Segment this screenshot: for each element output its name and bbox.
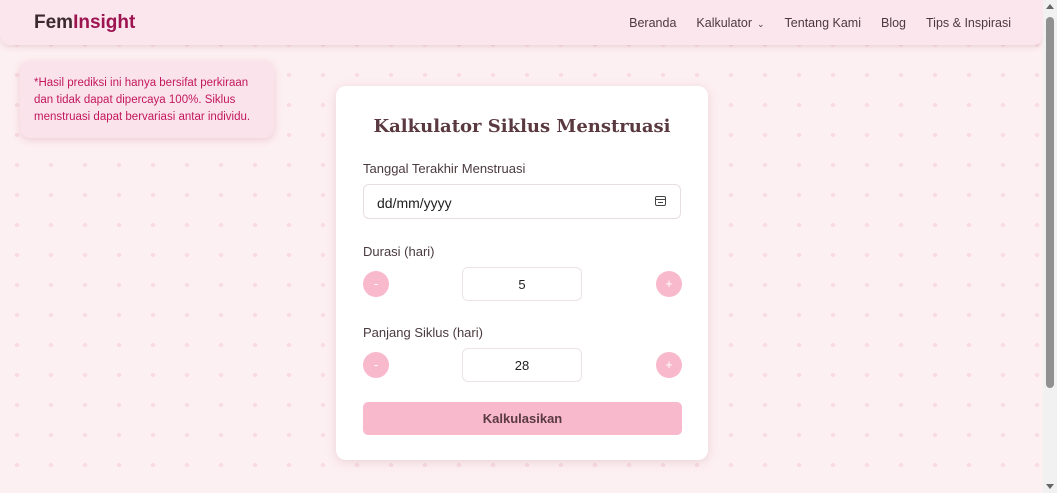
- last-period-label: Tanggal Terakhir Menstruasi: [363, 161, 526, 176]
- main-nav: Beranda Kalkulator ⌄ Tentang Kami Blog Ti…: [629, 16, 1011, 30]
- logo-text-fem: Fem: [34, 12, 74, 33]
- scrollbar[interactable]: [1043, 0, 1057, 493]
- cycle-length-label: Panjang Siklus (hari): [363, 325, 483, 340]
- scrollbar-thumb[interactable]: [1046, 17, 1054, 388]
- disclaimer-note: *Hasil prediksi ini hanya bersifat perki…: [20, 61, 274, 138]
- duration-label: Durasi (hari): [363, 244, 435, 259]
- date-placeholder: dd/mm/yyyy: [377, 195, 452, 211]
- nav-blog[interactable]: Blog: [881, 16, 906, 30]
- duration-decrement-button[interactable]: -: [363, 271, 389, 297]
- duration-increment-button[interactable]: +: [656, 271, 682, 297]
- calculate-button[interactable]: Kalkulasikan: [363, 402, 682, 435]
- scroll-up-arrow-icon[interactable]: [1046, 4, 1054, 9]
- nav-beranda[interactable]: Beranda: [629, 16, 676, 30]
- duration-input[interactable]: 5: [462, 267, 582, 301]
- logo-text-insight: Insight: [73, 12, 136, 33]
- navbar: FemInsight Beranda Kalkulator ⌄ Tentang K…: [0, 0, 1043, 45]
- nav-tentang-kami[interactable]: Tentang Kami: [785, 16, 861, 30]
- cycle-length-input[interactable]: 28: [462, 348, 582, 382]
- last-period-date-input[interactable]: dd/mm/yyyy: [363, 184, 681, 219]
- logo[interactable]: FemInsight: [34, 12, 135, 34]
- scroll-down-arrow-icon[interactable]: [1046, 484, 1054, 489]
- cycle-decrement-button[interactable]: -: [363, 352, 389, 378]
- calendar-icon[interactable]: [655, 196, 666, 206]
- calculator-title: Kalkulator Siklus Menstruasi: [373, 116, 671, 137]
- nav-tips-inspirasi[interactable]: Tips & Inspirasi: [926, 16, 1011, 30]
- chevron-down-icon: ⌄: [757, 19, 765, 29]
- cycle-increment-button[interactable]: +: [656, 352, 682, 378]
- nav-kalkulator-label: Kalkulator: [696, 16, 752, 30]
- calculator-card: Kalkulator Siklus Menstruasi Tanggal Ter…: [336, 86, 708, 460]
- nav-kalkulator[interactable]: Kalkulator ⌄: [696, 16, 764, 30]
